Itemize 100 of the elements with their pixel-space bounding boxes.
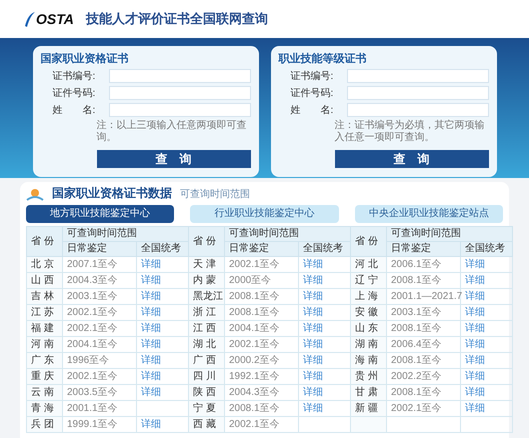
date-range-cell: 2008.1至今 [229, 290, 280, 302]
date-range-cell: 2002.2至今 [391, 370, 442, 382]
date-range-cell: 2002.1至今 [67, 322, 118, 334]
column-header: 日常鉴定 [386, 242, 460, 256]
province-cell: 宁 夏 [193, 402, 216, 414]
date-range-cell: 2006.1至今 [391, 258, 442, 270]
province-cell: 西 藏 [193, 418, 216, 430]
date-range-cell: 2004.1至今 [229, 322, 280, 334]
province-cell: 广 西 [193, 354, 216, 366]
province-cell: 甘 肃 [355, 386, 378, 398]
date-range-cell: 2000至今 [229, 274, 272, 286]
date-range-cell: 2008.1至今 [391, 354, 442, 366]
swoosh-icon [24, 10, 36, 28]
column-header: 可查询时间范围 [386, 226, 512, 242]
province-cell: 湖 南 [355, 338, 378, 350]
date-range-cell: 2002.1至今 [67, 370, 118, 382]
province-cell: 内 蒙 [193, 274, 216, 286]
date-range-cell: 2002.1至今 [391, 402, 442, 414]
column-header: 日常鉴定 [224, 242, 298, 256]
tab[interactable]: 行业职业技能鉴定中心 [190, 205, 339, 223]
province-cell: 广 东 [31, 354, 54, 366]
province-cell: 四 川 [193, 370, 216, 382]
column-header: 全国统考 [136, 242, 188, 256]
date-range-cell: 2006.4至今 [391, 338, 442, 350]
date-range-cell: 2001.1至今 [67, 402, 118, 414]
input-field[interactable] [108, 103, 250, 117]
date-range-cell: 2000.2至今 [229, 354, 280, 366]
date-range-cell: 1999.1至今 [67, 418, 118, 430]
column-header: 省 份 [350, 226, 386, 256]
column-header: 省 份 [26, 226, 62, 256]
date-range-cell: 2007.1至今 [67, 258, 118, 270]
date-range-cell: 2008.1至今 [229, 402, 280, 414]
date-range-cell: 1992.1至今 [229, 370, 280, 382]
card-title: 职业技能等级证书 [278, 52, 368, 66]
field-label: 证件号码: [290, 86, 334, 100]
person-icon [26, 188, 44, 202]
province-cell: 云 南 [31, 386, 54, 398]
tab[interactable]: 中央企业职业技能鉴定站点 [354, 205, 503, 223]
province-cell: 海 南 [355, 354, 378, 366]
date-range-cell: 2008.1至今 [391, 274, 442, 286]
date-range-cell: 2004.3至今 [229, 386, 280, 398]
province-cell: 河 北 [355, 258, 378, 270]
province-cell: 贵 州 [355, 370, 378, 382]
province-cell: 陕 西 [193, 386, 216, 398]
field-label: 姓 名: [52, 104, 96, 116]
date-range-cell: 2001.1—2021.7 [391, 290, 462, 302]
date-range-cell: 2002.1至今 [229, 338, 280, 350]
panel-subtitle: 可查询时间范围 [180, 188, 250, 202]
date-range-cell: 2003.5至今 [67, 386, 118, 398]
input-field[interactable] [346, 103, 488, 117]
date-range-cell: 2008.1至今 [229, 306, 280, 318]
date-range-cell: 2003.1至今 [67, 290, 118, 302]
province-cell: 湖 北 [193, 338, 216, 350]
column-header: 全国统考 [298, 242, 350, 256]
field-label: 证书编号: [290, 70, 334, 82]
province-cell: 江 西 [193, 322, 216, 334]
date-range-cell: 2008.1至今 [391, 322, 442, 334]
column-header: 日常鉴定 [62, 242, 136, 256]
date-range-cell: 2002.1至今 [67, 306, 118, 318]
column-header: 省 份 [188, 226, 224, 256]
province-cell: 福 建 [31, 322, 54, 334]
input-field[interactable] [346, 69, 488, 83]
field-label: 证书编号: [52, 70, 96, 82]
query-button[interactable]: 查 询 [334, 150, 488, 168]
province-cell: 黑龙江 [193, 290, 223, 302]
province-cell: 重 庆 [31, 370, 54, 382]
column-header: 可查询时间范围 [62, 226, 188, 242]
query-button[interactable]: 查 询 [96, 150, 250, 168]
card-title: 国家职业资格证书 [40, 52, 130, 66]
province-cell: 山 西 [31, 274, 54, 286]
column-header: 可查询时间范围 [224, 226, 350, 242]
province-cell: 吉 林 [31, 290, 54, 302]
date-range-cell: 1996至今 [67, 354, 110, 366]
field-label: 证件号码: [52, 86, 96, 100]
province-cell: 上 海 [355, 290, 378, 302]
province-cell: 安 徽 [355, 306, 378, 318]
date-range-cell: 2004.1至今 [67, 338, 118, 350]
date-range-cell: 2003.1至今 [391, 306, 442, 318]
province-cell: 辽 宁 [355, 274, 378, 286]
date-range-cell: 2004.3至今 [67, 274, 118, 286]
logo-text: OSTA [36, 10, 75, 28]
province-cell: 青 海 [31, 402, 54, 414]
province-cell: 河 南 [31, 338, 54, 350]
panel-title: 国家职业资格证书数据 [52, 185, 172, 202]
input-field[interactable] [108, 69, 250, 83]
field-label: 姓 名: [290, 104, 334, 116]
province-cell: 天 津 [193, 258, 216, 270]
note-text: 注：以上三项输入任意两项即可查询。 [96, 120, 248, 144]
date-range-cell: 2002.1至今 [229, 258, 280, 270]
province-cell: 北 京 [31, 258, 54, 270]
province-cell: 山 东 [355, 322, 378, 334]
tab[interactable]: 地方职业技能鉴定中心 [26, 205, 174, 223]
province-cell: 兵 团 [31, 418, 54, 430]
input-field[interactable] [346, 86, 488, 100]
province-cell: 江 苏 [31, 306, 54, 318]
column-header: 全国统考 [460, 242, 512, 256]
date-range-cell: 2008.1至今 [391, 386, 442, 398]
date-range-cell: 2002.1至今 [229, 418, 280, 430]
input-field[interactable] [108, 86, 250, 100]
province-cell: 浙 江 [193, 306, 216, 318]
